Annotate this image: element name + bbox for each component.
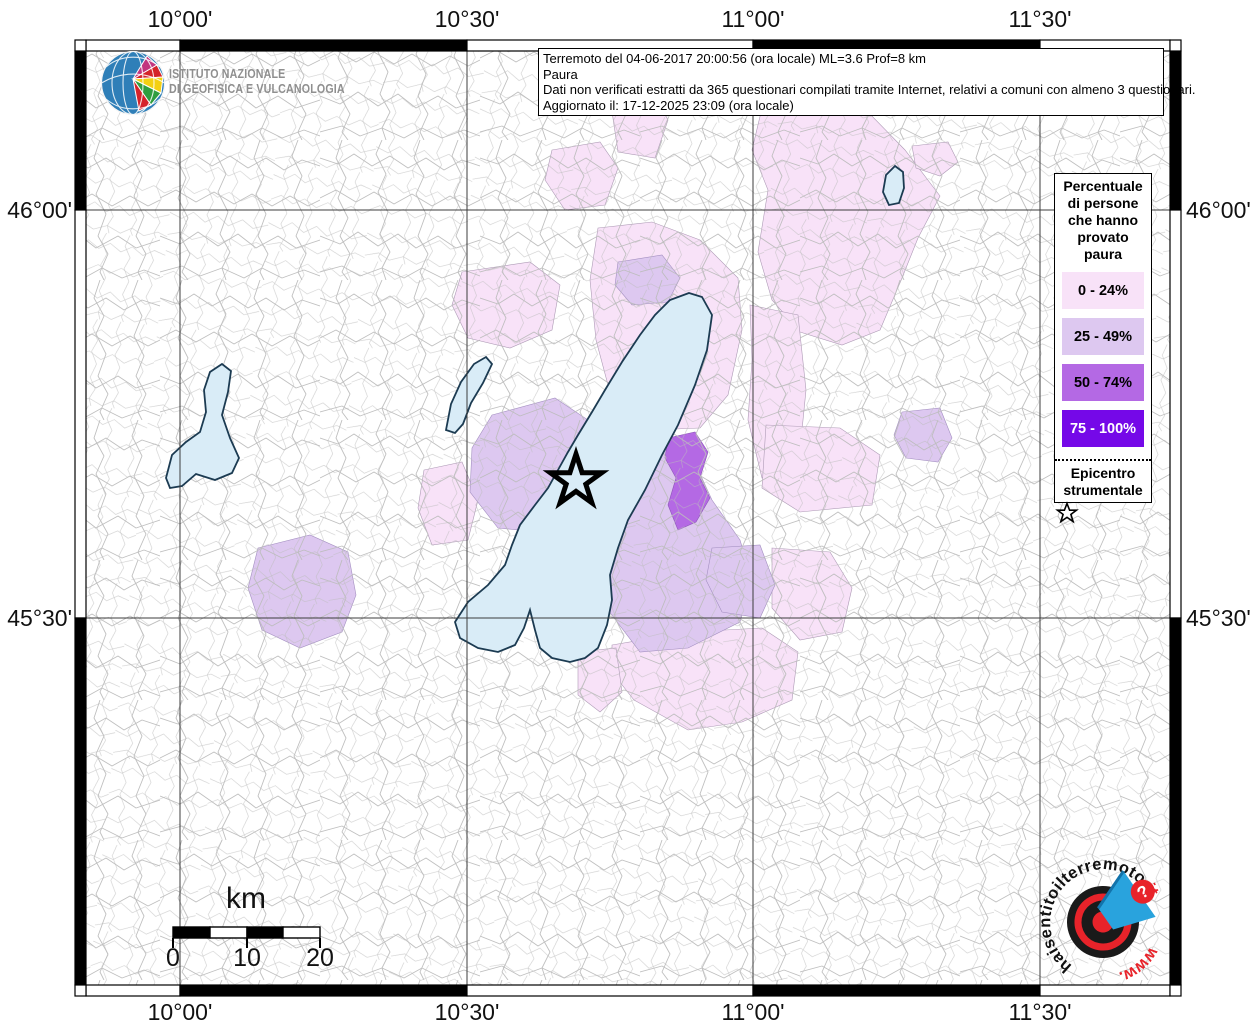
scalebar-unit: km	[226, 882, 266, 915]
scalebar-tick-label: 10	[233, 944, 261, 972]
ingv-wordmark: ISTITUTO NAZIONALE DI GEOFISICA E VULCAN…	[169, 66, 345, 96]
event-updated-at: Aggiornato il: 17-12-2025 23:09 (ora loc…	[543, 97, 794, 113]
axis-label-lon: 11°00'	[721, 6, 785, 32]
ingv-felt-report-map: haisentitoilterremoto.it www. ? 10°00' 1…	[0, 0, 1256, 1024]
axis-label-lat: 46°00'	[7, 197, 72, 223]
axis-label-lat: 45°30'	[7, 605, 72, 631]
legend-swatch-0-24: 0 - 24%	[1062, 272, 1144, 309]
ingv-globe-icon	[100, 50, 166, 116]
event-effect: Paura	[543, 66, 578, 82]
axis-label-lon: 10°00'	[147, 999, 213, 1024]
legend-epicenter-label: Epicentro strumentale	[1063, 465, 1143, 498]
legend-swatch-25-49: 25 - 49%	[1062, 318, 1144, 355]
legend-swatch-75-100: 75 - 100%	[1062, 410, 1144, 447]
axis-label-lon: 10°00'	[147, 6, 213, 32]
scalebar-tick-label: 0	[166, 944, 180, 972]
axis-label-lon: 10°30'	[434, 999, 500, 1024]
event-disclaimer: Dati non verificati estratti da 365 ques…	[543, 82, 1196, 97]
axis-label-lon: 11°30'	[1008, 6, 1072, 32]
legend-star	[1055, 501, 1151, 525]
axis-label-lon: 11°00'	[721, 999, 785, 1024]
axis-label-lat: 46°00'	[1186, 197, 1251, 223]
legend-box: Percentuale di persone che hanno provato…	[1054, 173, 1152, 524]
star-outline-icon	[1055, 501, 1079, 524]
scalebar-tick-label: 20	[306, 944, 334, 972]
axis-label-lon: 10°30'	[434, 6, 500, 32]
ingv-wordmark-line2: DI GEOFISICA E VULCANOLOGIA	[169, 81, 345, 96]
axis-label-lat: 45°30'	[1186, 605, 1251, 631]
legend-swatch-50-74: 50 - 74%	[1062, 364, 1144, 401]
event-title: Terremoto del 04-06-2017 20:00:56 (ora l…	[543, 51, 926, 66]
legend-title: Percentuale di persone che hanno provato…	[1063, 178, 1143, 262]
ingv-wordmark-line1: ISTITUTO NAZIONALE	[169, 66, 286, 81]
axis-label-lon: 11°30'	[1008, 999, 1072, 1024]
legend-divider	[1055, 459, 1151, 461]
event-info-box: Terremoto del 04-06-2017 20:00:56 (ora l…	[538, 48, 1196, 116]
